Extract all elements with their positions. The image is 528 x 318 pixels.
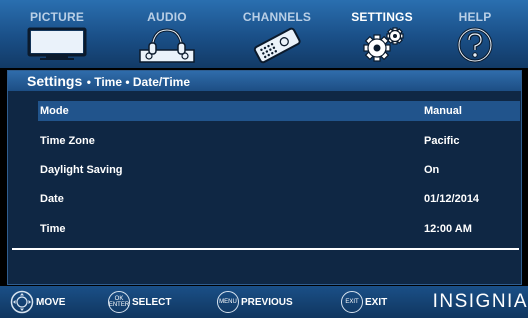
tab-channels[interactable]: CHANNELS [222, 0, 332, 68]
panel-title-bar: Settings • Time • Date/Time [8, 71, 521, 91]
dpad-icon [10, 290, 34, 314]
headphones-icon [139, 28, 195, 63]
tab-channels-label: CHANNELS [242, 10, 312, 24]
hint-previous: MENU PREVIOUS [217, 286, 293, 318]
hint-select: OK ENTER SELECT [108, 286, 171, 318]
row-label: Time Zone [40, 135, 95, 147]
menu-row-time[interactable]: Time 12:00 AM [38, 219, 520, 239]
ok-enter-button-icon: OK ENTER [108, 291, 130, 313]
row-value: 01/12/2014 [424, 193, 480, 205]
tab-help-label: HELP [458, 10, 492, 24]
tab-audio[interactable]: AUDIO [112, 0, 222, 68]
menu-row-mode[interactable]: Mode Manual [38, 101, 520, 121]
brand-logo: INSIGNIA [432, 291, 528, 312]
tab-picture[interactable]: PICTURE [2, 0, 112, 68]
help-icon [457, 27, 493, 63]
tv-icon [27, 27, 87, 60]
hint-exit: EXIT EXIT [341, 286, 387, 318]
divider [12, 248, 519, 250]
menu-row-date[interactable]: Date 01/12/2014 [38, 189, 520, 209]
settings-panel: Settings • Time • Date/Time Mode Manual … [7, 70, 522, 285]
gears-icon [363, 27, 404, 62]
tab-help[interactable]: HELP [420, 0, 528, 68]
tab-picture-label: PICTURE [29, 10, 85, 24]
top-menu-bar: PICTURE AUDIO CHANNELS SETTINGS HELP [0, 0, 528, 68]
page-title: Settings [27, 73, 83, 89]
remote-control-icon [253, 27, 301, 64]
row-value: On [424, 164, 440, 176]
row-label: Time [40, 223, 66, 235]
menu-row-daylight-saving[interactable]: Daylight Saving On [38, 160, 520, 180]
hint-select-label: SELECT [132, 296, 172, 308]
exit-button-icon: EXIT [341, 291, 363, 313]
row-value: Manual [424, 105, 462, 117]
row-label: Mode [40, 105, 69, 117]
tab-audio-label: AUDIO [147, 10, 187, 24]
row-label: Daylight Saving [40, 164, 123, 176]
bottom-hint-bar: MOVE OK ENTER SELECT MENU PREVIOUS EXIT … [0, 286, 528, 318]
hint-move: MOVE [10, 286, 65, 318]
menu-button-icon: MENU [217, 291, 239, 313]
menu-row-time-zone[interactable]: Time Zone Pacific [38, 131, 520, 151]
row-value: Pacific [424, 135, 460, 147]
hint-previous-label: PREVIOUS [241, 296, 293, 308]
hint-exit-label: EXIT [365, 296, 388, 308]
row-value: 12:00 AM [424, 223, 472, 235]
breadcrumb: • Time • Date/Time [86, 75, 191, 89]
row-label: Date [40, 193, 64, 205]
hint-move-label: MOVE [36, 296, 66, 308]
